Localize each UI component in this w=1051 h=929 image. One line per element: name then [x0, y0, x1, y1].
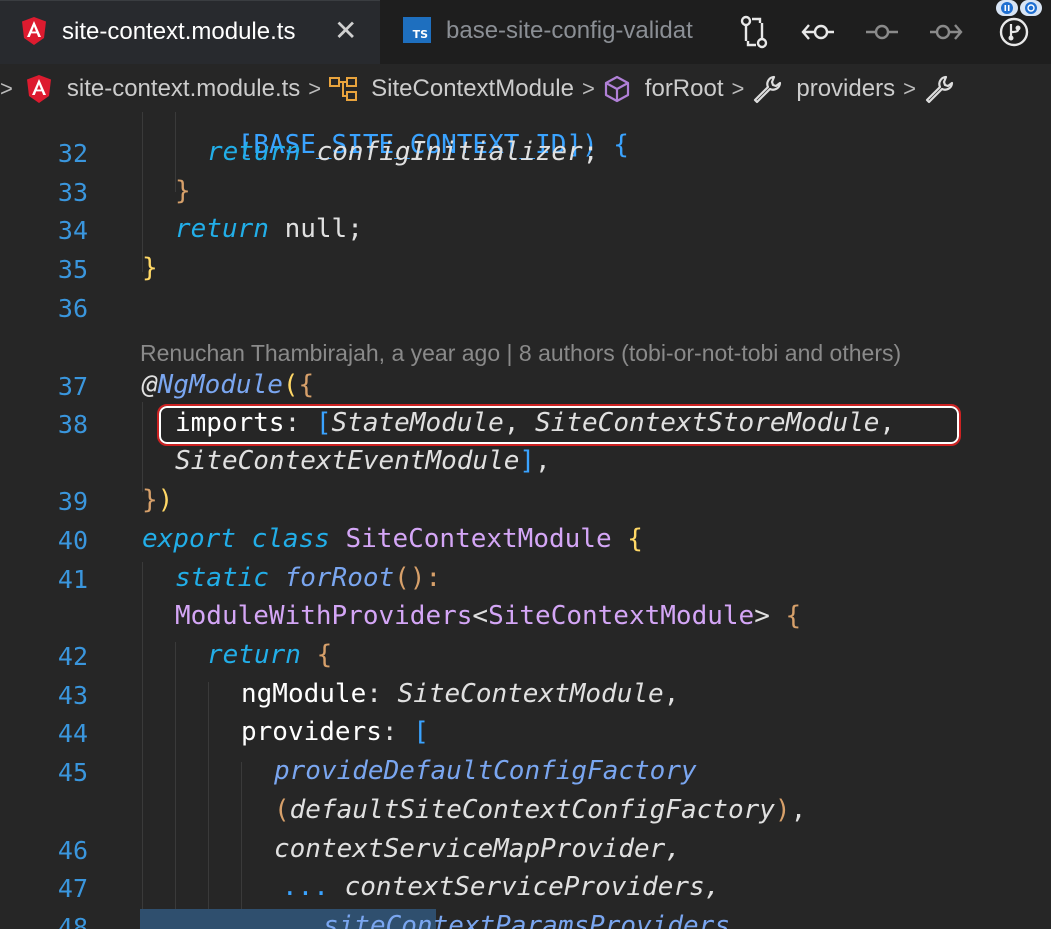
- code-line-38: imports: [StateModule, SiteContextStoreM…: [175, 408, 896, 438]
- breadcrumb-separator-icon: >: [731, 76, 745, 101]
- code-line-37: @NgModule({: [142, 370, 315, 400]
- previous-change-icon[interactable]: [798, 12, 838, 52]
- line-number: 48: [57, 913, 88, 929]
- git-lens-icon[interactable]: [994, 12, 1034, 52]
- indent-guide: [142, 562, 143, 929]
- line-number: 33: [57, 178, 88, 207]
- code-editor[interactable]: [BASE_SITE_CONTEXT_ID]) { 32 33 34 35 36…: [0, 112, 1051, 929]
- code-line-48: siteContextParamsProviders,: [323, 911, 746, 929]
- breadcrumb: > site-context.module.ts > SiteContextMo…: [0, 66, 1051, 112]
- compare-changes-icon[interactable]: [734, 12, 774, 52]
- breadcrumb-separator-icon: >: [0, 76, 13, 101]
- line-number: 32: [57, 139, 88, 168]
- tab-label: site-context.module.ts: [62, 18, 296, 45]
- breadcrumb-separator-icon: >: [581, 76, 595, 101]
- breadcrumb-item-file[interactable]: site-context.module.ts: [21, 75, 300, 103]
- breadcrumb-item-class[interactable]: SiteContextModule: [329, 75, 574, 103]
- line-number: 45: [57, 758, 88, 787]
- breadcrumb-item-method[interactable]: forRoot: [603, 75, 724, 103]
- breadcrumb-label: forRoot: [644, 75, 724, 102]
- code-line-41: static forRoot():: [175, 563, 442, 593]
- breadcrumb-item-property[interactable]: providers: [752, 74, 895, 104]
- code-line-42: return {: [207, 640, 333, 670]
- code-line-46: contextServiceMapProvider,: [274, 834, 681, 864]
- code-line-35: }: [142, 253, 158, 283]
- sync-badge-icon[interactable]: [1020, 0, 1042, 16]
- tab-base-site-config-validator[interactable]: base-site-config-validat: [382, 0, 722, 64]
- code-line-41-wrap: ModuleWithProviders<SiteContextModule> {: [175, 601, 802, 631]
- line-number: 34: [57, 216, 88, 245]
- wrench-icon: [925, 75, 954, 104]
- line-number: 35: [57, 255, 88, 284]
- line-number: 43: [57, 681, 88, 710]
- code-line-47: ... contextServiceProviders,: [282, 872, 721, 902]
- line-number: 44: [57, 719, 88, 748]
- breadcrumb-label: SiteContextModule: [371, 75, 574, 102]
- pause-badge-icon[interactable]: [996, 0, 1018, 16]
- code-line-32: return configInitializer;: [207, 137, 599, 167]
- breadcrumb-separator-icon: >: [308, 76, 322, 101]
- class-icon: [329, 77, 358, 101]
- next-change-icon[interactable]: [926, 12, 966, 52]
- indent-guide: [208, 682, 209, 929]
- git-blame-annotation[interactable]: Renuchan Thambirajah, a year ago | 8 aut…: [140, 340, 901, 367]
- typescript-icon: TS: [403, 17, 431, 43]
- line-number: 47: [57, 874, 88, 903]
- tab-site-context-module[interactable]: site-context.module.ts ✕: [0, 0, 380, 64]
- code-line-44: providers: [: [241, 717, 429, 747]
- editor-actions: [722, 0, 1051, 64]
- wrench-icon: [754, 75, 782, 104]
- current-change-icon[interactable]: [862, 12, 902, 52]
- code-line-45-wrap: (defaultSiteContextConfigFactory),: [274, 795, 807, 825]
- line-number: 40: [57, 526, 88, 555]
- method-cube-icon: [604, 75, 629, 103]
- code-line-43: ngModule: SiteContextModule,: [241, 679, 680, 709]
- indent-guide: [142, 112, 143, 272]
- code-line-40: export class SiteContextModule {: [142, 524, 643, 554]
- line-number: 41: [57, 565, 88, 594]
- angular-icon: [22, 17, 46, 45]
- line-number: 46: [57, 836, 88, 865]
- breadcrumb-label: providers: [796, 75, 896, 102]
- line-number: 36: [57, 294, 88, 323]
- indent-guide: [142, 402, 143, 492]
- line-number: 39: [57, 487, 88, 516]
- line-number: 42: [57, 642, 88, 671]
- code-line-39: }): [142, 485, 174, 515]
- code-line-38-wrap: SiteContextEventModule],: [175, 446, 551, 476]
- editor-tab-bar: site-context.module.ts ✕ base-site-confi…: [0, 0, 1051, 64]
- code-line-34: return null;: [175, 214, 363, 244]
- line-number: 38: [57, 410, 88, 439]
- breadcrumb-separator-icon: >: [903, 76, 916, 101]
- tab-label: base-site-config-validat: [446, 17, 693, 44]
- code-line-45: provideDefaultConfigFactory: [274, 756, 697, 786]
- angular-icon: [26, 75, 51, 103]
- indent-guide: [175, 642, 176, 929]
- indent-guide: [241, 762, 242, 929]
- line-number: 37: [57, 372, 88, 401]
- code-line-33: }: [175, 176, 191, 206]
- close-icon[interactable]: ✕: [334, 17, 357, 45]
- breadcrumb-label: site-context.module.ts: [66, 75, 301, 102]
